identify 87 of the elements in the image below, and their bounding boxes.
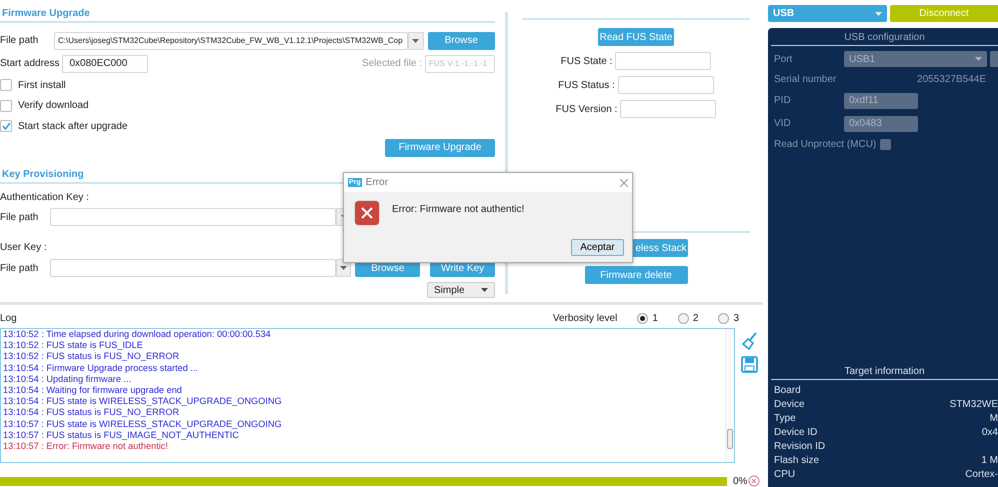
log-line: 13:10:52 : FUS status is FUS_NO_ERROR — [3, 351, 180, 363]
vid-field: 0x0483 — [844, 116, 918, 132]
cancel-icon[interactable] — [748, 475, 760, 487]
log-line: 13:10:54 : Updating firmware ... — [3, 374, 132, 385]
field-label: File path — [0, 262, 40, 274]
selected-file-field: FUS V-1.-1.-1.-1 — [425, 54, 495, 73]
checkbox[interactable] — [880, 138, 891, 150]
disconnect-button[interactable]: Disconnect — [890, 5, 998, 22]
section-title: Firmware Upgrade — [0, 8, 495, 23]
info-value: 0x4 — [982, 426, 998, 438]
checkbox[interactable] — [0, 79, 12, 92]
field-label: VID — [774, 118, 792, 129]
verbosity-label: Verbosity level — [552, 312, 618, 324]
panel-title: USB configuration — [771, 32, 998, 46]
field-label: FUS State : — [560, 56, 614, 66]
firmware-delete-button[interactable]: Firmware delete — [584, 266, 688, 284]
field-label: File path — [0, 212, 40, 223]
close-icon[interactable] — [620, 178, 628, 186]
file-path-field[interactable] — [50, 259, 336, 278]
info-label: CPU — [774, 468, 796, 480]
field-label: Selected file : — [362, 58, 423, 70]
file-path-field[interactable]: C:\Users\joseg\STM32Cube\Repository\STM32Cube_FW_WB_V1.12.1\Projects\STM32WB_Cop — [54, 32, 408, 50]
caret-icon — [340, 266, 348, 270]
firmware-upgrade-button[interactable]: Firmware Upgrade — [385, 138, 495, 157]
caret-icon — [875, 12, 882, 16]
info-label: Device — [774, 398, 805, 410]
log-line: 13:10:54 : Firmware Upgrade process started ... — [3, 362, 200, 374]
panel-title: Target information — [771, 366, 998, 380]
info-value: M — [990, 412, 998, 424]
caret-icon — [975, 57, 982, 61]
browse-button[interactable]: Browse — [428, 32, 495, 50]
checkbox-label: Verify download — [18, 100, 89, 112]
field-label: User Key : — [0, 242, 47, 254]
error-message: Error: Firmware not authentic! — [392, 204, 524, 217]
checkbox-label: Start stack after upgrade — [18, 120, 128, 132]
info-label: Type — [774, 412, 796, 424]
radio-label: 3 — [733, 312, 739, 324]
log-line: 13:10:52 : FUS state is FUS_IDLE — [3, 340, 144, 352]
field-label: Read Unprotect (MCU) — [774, 138, 878, 150]
log-title: Log — [0, 312, 17, 324]
radio-button[interactable] — [718, 312, 730, 324]
log-line: 13:10:57 : FUS status is FUS_IMAGE_NOT_AUTHENTIC — [3, 430, 240, 441]
log-line: 13:10:54 : Waiting for firmware upgrade end — [3, 384, 183, 396]
log-line: 13:10:52 : Time elapsed during download operation: 00:00:00.534 — [3, 329, 272, 340]
checkbox[interactable] — [0, 120, 12, 132]
log-line: 13:10:57 : Error: Firmware not authentic! — [3, 440, 169, 452]
field-label: Start address — [0, 58, 60, 70]
log-line: 13:10:54 : FUS status is FUS_NO_ERROR — [3, 407, 180, 418]
radio-label: 2 — [692, 312, 698, 324]
field-label: FUS Status : — [558, 80, 616, 90]
progress-reading: 0% — [733, 476, 745, 486]
interface-select[interactable]: USB — [768, 5, 887, 22]
field-label: FUS Version : — [556, 104, 618, 114]
port-select[interactable]: USB1 — [844, 51, 987, 67]
error-icon — [354, 200, 380, 226]
broom-icon[interactable] — [742, 332, 758, 350]
save-icon[interactable] — [741, 356, 758, 373]
mode-select[interactable]: Simple — [427, 282, 495, 298]
field-label: File path — [0, 35, 40, 46]
radio-button[interactable] — [678, 312, 689, 324]
log-line: 13:10:57 : FUS state is WIRELESS_STACK_UPGRADE_ONGOING — [3, 418, 283, 430]
log-line: 13:10:54 : FUS state is WIRELESS_STACK_UPGRADE_ONGOING — [3, 396, 283, 408]
ok-button[interactable]: Aceptar — [571, 239, 624, 256]
file-path-field[interactable] — [50, 208, 336, 226]
field-label: Port — [774, 54, 794, 64]
scrollbar[interactable] — [725, 329, 734, 462]
info-value: STM32WE — [950, 398, 998, 410]
field-label: PID — [774, 95, 792, 106]
checkbox-label: First install — [18, 80, 66, 91]
info-label: Revision ID — [774, 440, 826, 452]
pid-field: 0xdf11 — [844, 92, 918, 108]
read-fus-state-button[interactable]: Read FUS State — [598, 28, 674, 46]
info-label: Device ID — [774, 426, 818, 438]
radio-label: 1 — [652, 312, 658, 324]
dropdown-button[interactable] — [408, 32, 424, 50]
start-address-field[interactable]: 0x080EC000 — [62, 54, 148, 73]
info-value: 1 M — [981, 454, 998, 466]
caret-icon — [412, 38, 420, 43]
field-label: Authentication Key : — [0, 192, 89, 204]
info-label: Flash size — [774, 454, 820, 466]
checkbox[interactable] — [0, 100, 12, 112]
info-value: Cortex- — [965, 468, 998, 480]
caret-icon — [481, 288, 488, 292]
info-label: Board — [774, 384, 801, 396]
radio-button[interactable] — [637, 312, 648, 324]
serial-number: 2055327B544E — [917, 74, 986, 84]
field-label: Serial number — [774, 74, 838, 84]
